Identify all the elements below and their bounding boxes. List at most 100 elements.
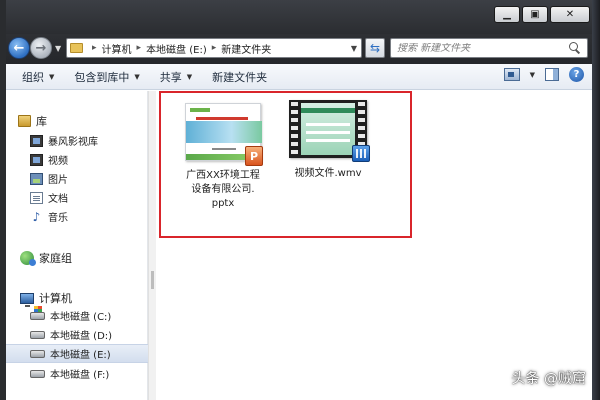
- breadcrumb-chevron-icon[interactable]: ▸: [137, 43, 142, 53]
- chevron-down-icon: ▼: [134, 72, 140, 81]
- thumbnail-title-bar: [196, 117, 248, 120]
- nav-item-pictures[interactable]: 图片: [6, 169, 148, 188]
- video-frame-row: [306, 123, 350, 126]
- breadcrumb-new-folder[interactable]: 新建文件夹: [221, 41, 271, 56]
- file-name-line: 设备有限公司.: [191, 184, 255, 195]
- breadcrumb-chevron-icon[interactable]: ▸: [92, 43, 97, 53]
- nav-item-drive-e[interactable]: 本地磁盘 (E:): [6, 344, 148, 363]
- pptx-thumbnail: P: [185, 103, 263, 166]
- nav-item-baofeng-library[interactable]: 暴风影视库: [6, 131, 148, 150]
- nav-item-drive-c[interactable]: 本地磁盘 (C:): [6, 305, 148, 325]
- help-icon[interactable]: ?: [569, 67, 584, 82]
- breadcrumb-drive-e[interactable]: 本地磁盘 (E:): [146, 41, 207, 56]
- file-name-line: 广西XX环境工程: [186, 170, 260, 181]
- maximize-button[interactable]: ▣: [522, 6, 548, 23]
- address-dropdown-icon[interactable]: ▼: [347, 39, 361, 57]
- window-controls: ▁ ▣ ✕: [494, 6, 590, 23]
- organize-label: 组织: [22, 70, 44, 84]
- chevron-down-icon: ▼: [186, 72, 193, 81]
- thumbnail-subtitle: [212, 148, 236, 150]
- title-bar: ▁ ▣ ✕: [0, 0, 600, 34]
- nav-item-label: 图片: [48, 175, 68, 186]
- documents-icon: [30, 191, 43, 204]
- preview-pane-icon[interactable]: [545, 68, 559, 81]
- film-strip-left: [291, 102, 298, 156]
- hard-drive-icon: [30, 349, 45, 358]
- nav-item-drive-d[interactable]: 本地磁盘 (D:): [6, 325, 148, 344]
- video-library-icon: [30, 134, 43, 147]
- video-frame: [301, 103, 355, 155]
- command-bar: 组织 ▼ 包含到库中 ▼ 共享 ▼ 新建文件夹 ▼ ?: [6, 64, 592, 90]
- nav-item-label: 视频: [48, 156, 68, 167]
- videos-icon: [30, 153, 43, 166]
- search-box[interactable]: [390, 38, 588, 58]
- recent-pages-dropdown[interactable]: ▼: [55, 44, 65, 54]
- change-view-icon[interactable]: [503, 68, 520, 81]
- homegroup-icon: [20, 251, 36, 266]
- search-icon[interactable]: [569, 42, 581, 54]
- video-frame-row: [306, 131, 350, 134]
- hard-drive-icon: [30, 330, 45, 339]
- pictures-icon: [30, 172, 43, 185]
- organize-menu[interactable]: 组织 ▼: [12, 66, 64, 88]
- file-name-label: 视频文件.wmv: [294, 168, 362, 179]
- file-item-pptx[interactable]: P 广西XX环境工程 设备有限公司. pptx: [183, 103, 263, 211]
- music-note-icon: ♪: [32, 209, 41, 224]
- include-in-library-label: 包含到库中: [74, 70, 130, 84]
- libraries-icon: [18, 115, 31, 127]
- nav-libraries[interactable]: 库: [18, 113, 47, 129]
- view-controls: ▼ ?: [503, 67, 584, 82]
- video-frame-row: [306, 139, 350, 142]
- arrow-right-icon: →: [35, 40, 47, 56]
- nav-computer-label: 计算机: [39, 292, 72, 305]
- nav-item-label: 本地磁盘 (F:): [50, 370, 110, 381]
- search-input[interactable]: [397, 42, 565, 54]
- breadcrumb-chevron-icon[interactable]: ▸: [212, 43, 217, 53]
- new-folder-button[interactable]: 新建文件夹: [202, 66, 277, 88]
- hard-drive-icon: [30, 369, 45, 378]
- nav-item-label: 本地磁盘 (D:): [50, 331, 113, 342]
- window-frame-right: [592, 0, 600, 400]
- nav-homegroup[interactable]: 家庭组: [20, 250, 72, 266]
- nav-item-music[interactable]: ♪ 音乐: [6, 207, 148, 226]
- computer-icon: [20, 292, 34, 307]
- share-menu[interactable]: 共享 ▼: [150, 66, 202, 88]
- nav-libraries-label: 库: [36, 115, 47, 128]
- share-label: 共享: [159, 70, 182, 84]
- file-item-wmv[interactable]: 视频文件.wmv: [280, 100, 376, 181]
- include-in-library-menu[interactable]: 包含到库中 ▼: [64, 66, 149, 88]
- breadcrumb-computer[interactable]: 计算机: [102, 41, 132, 56]
- chevron-down-icon: ▼: [49, 72, 55, 81]
- close-button[interactable]: ✕: [550, 6, 590, 23]
- system-drive-icon: [30, 305, 45, 320]
- refresh-button[interactable]: ⇆: [365, 38, 385, 58]
- splitter-grip[interactable]: [151, 271, 154, 289]
- nav-homegroup-label: 家庭组: [39, 252, 72, 265]
- watermark-text: 头条 @贼窟: [511, 371, 586, 387]
- thumbnail-logo: [190, 108, 210, 112]
- minimize-button[interactable]: ▁: [494, 6, 520, 23]
- file-list-area[interactable]: P 广西XX环境工程 设备有限公司. pptx 视频文件.wmv: [157, 91, 592, 400]
- chevron-down-icon[interactable]: ▼: [530, 71, 535, 79]
- refresh-icon: ⇆: [369, 41, 381, 55]
- powerpoint-icon: P: [245, 146, 263, 166]
- nav-item-label: 文档: [48, 194, 68, 205]
- nav-item-label: 本地磁盘 (C:): [50, 312, 112, 323]
- nav-item-drive-f[interactable]: 本地磁盘 (F:): [6, 364, 148, 383]
- arrow-left-icon: ←: [13, 40, 25, 56]
- back-button[interactable]: ←: [8, 37, 30, 59]
- wmv-thumbnail: [289, 100, 370, 162]
- nav-item-videos[interactable]: 视频: [6, 150, 148, 169]
- pane-splitter[interactable]: [148, 91, 156, 400]
- nav-item-label: 暴风影视库: [48, 137, 98, 148]
- nav-item-documents[interactable]: 文档: [6, 188, 148, 207]
- nav-item-label: 音乐: [48, 213, 68, 224]
- file-name-label: 广西XX环境工程 设备有限公司. pptx: [186, 169, 260, 211]
- nav-computer[interactable]: 计算机: [20, 290, 72, 307]
- thumbnail-banner: [186, 121, 262, 143]
- address-bar[interactable]: ▸ 计算机 ▸ 本地磁盘 (E:) ▸ 新建文件夹 ▼: [66, 38, 362, 58]
- navigation-pane: 库 暴风影视库 视频 图片 文档 ♪ 音乐 家庭组 计算机 本地磁盘 (C:) …: [6, 91, 148, 400]
- forward-button[interactable]: →: [30, 37, 52, 59]
- media-player-icon: [352, 145, 370, 162]
- nav-item-label: 本地磁盘 (E:): [50, 350, 111, 361]
